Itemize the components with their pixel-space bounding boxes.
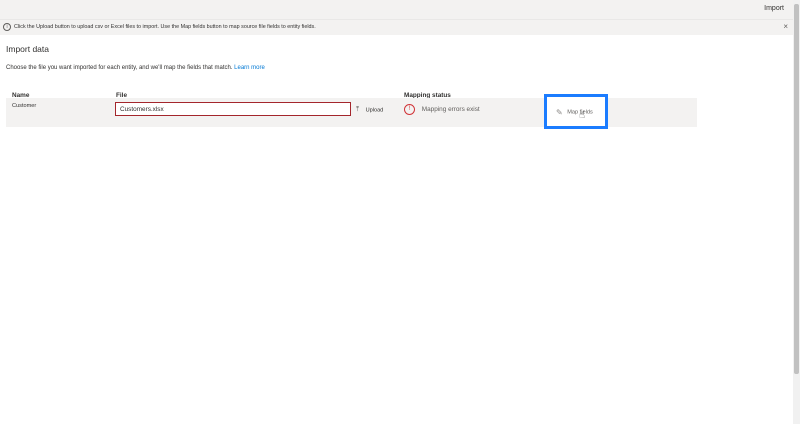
import-command[interactable]: Import xyxy=(764,5,784,12)
learn-more-link[interactable]: Learn more xyxy=(234,65,265,71)
file-name: Customers.xlsx xyxy=(120,106,164,113)
info-icon: i xyxy=(3,23,11,31)
upload-button[interactable]: ⤒ Upload xyxy=(356,106,383,114)
upload-label: Upload xyxy=(365,107,384,114)
hand-cursor-icon: ☝ xyxy=(579,110,586,121)
file-input[interactable]: Customers.xlsx xyxy=(115,102,351,116)
mapping-status: ! Mapping errors exist xyxy=(404,104,480,115)
instructions: Choose the file you want imported for ea… xyxy=(6,65,265,71)
scrollbar-thumb[interactable] xyxy=(794,4,799,374)
upload-icon: ⤒ xyxy=(356,106,360,113)
entity-name: Customer xyxy=(12,103,37,109)
mapping-status-text: Mapping errors exist xyxy=(421,106,480,113)
scrollbar[interactable] xyxy=(793,0,800,424)
info-bar: i Click the Upload button to upload csv … xyxy=(0,19,800,35)
map-fields-button[interactable]: ✎ Map fields xyxy=(556,108,593,117)
instructions-text: Choose the file you want imported for ea… xyxy=(6,65,233,71)
command-bar: Import xyxy=(0,0,800,19)
info-message: Click the Upload button to upload csv or… xyxy=(14,24,316,30)
page-title: Import data xyxy=(6,44,49,54)
error-icon: ! xyxy=(404,104,415,115)
close-icon[interactable]: × xyxy=(783,22,788,31)
pencil-icon: ✎ xyxy=(556,108,563,117)
